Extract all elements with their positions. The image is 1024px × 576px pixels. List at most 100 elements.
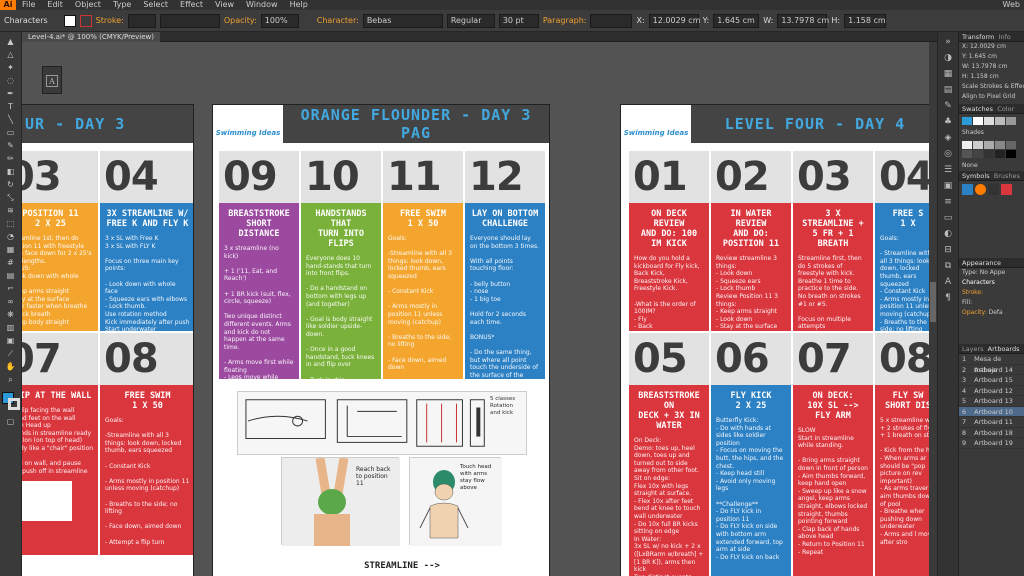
layers-icon[interactable]: ☰ bbox=[941, 164, 955, 176]
opacity-field[interactable]: 100% bbox=[260, 13, 299, 28]
artboard-title[interactable]: UR - DAY 3 bbox=[22, 115, 193, 133]
swatch[interactable] bbox=[984, 117, 994, 125]
activity-card[interactable]: 12 LAY ON BOTTOM CHALLENGE Everyone shoul… bbox=[465, 151, 545, 379]
menu-object[interactable]: Object bbox=[69, 0, 107, 10]
workspace-switcher[interactable]: Web bbox=[1003, 0, 1020, 9]
opacity-label[interactable]: Opacity: bbox=[224, 16, 257, 25]
symbol-sprayer-icon[interactable]: ❋ bbox=[3, 309, 19, 321]
menu-view[interactable]: View bbox=[209, 0, 240, 10]
swatches-panel-header[interactable]: Swatches Color bbox=[959, 104, 1024, 114]
eraser-icon[interactable]: ◧ bbox=[3, 166, 19, 178]
symbol-thumb[interactable] bbox=[988, 184, 999, 195]
transform-y[interactable]: Y: 1.645 cm bbox=[959, 52, 1024, 62]
stroke-label[interactable]: Stroke: bbox=[96, 16, 124, 25]
paragraph-label[interactable]: Paragraph: bbox=[543, 16, 587, 25]
artboards-list[interactable]: 1 Mesa de trabajo 2 Artboard 14 3 Artboard … bbox=[959, 354, 1024, 449]
activity-card[interactable]: 04 FREE S 1 X Goals: - Streamline with al… bbox=[875, 151, 937, 331]
transform-y-value[interactable]: 1.645 cm bbox=[969, 53, 997, 60]
color-tab[interactable]: Color bbox=[997, 105, 1014, 113]
w-field[interactable]: 13.7978 cm bbox=[777, 13, 829, 28]
shades-grid[interactable] bbox=[959, 138, 1024, 161]
direct-selection-icon[interactable]: △ bbox=[3, 49, 19, 61]
activity-card[interactable]: 08 FLY SW SHORT DIS 5 x streamline w/ + 2… bbox=[875, 333, 937, 576]
activity-card[interactable]: 06 FLY KICK 2 X 25 Butterfly Kick: - Do w… bbox=[711, 333, 791, 576]
rectangle-tool-icon[interactable]: ▭ bbox=[3, 127, 19, 139]
artboard-tool-icon[interactable]: ▣ bbox=[3, 335, 19, 347]
appearance-title[interactable]: Characters bbox=[959, 278, 1024, 288]
paragraph-icon[interactable]: ¶ bbox=[941, 292, 955, 304]
transform-w-value[interactable]: 13.7978 cm bbox=[972, 63, 1008, 70]
swatch[interactable] bbox=[962, 150, 972, 158]
symbol-thumb[interactable] bbox=[975, 184, 986, 195]
artboard-row[interactable]: 3 Artboard 15 bbox=[959, 375, 1024, 386]
swatch[interactable] bbox=[973, 150, 983, 158]
artboard-row[interactable]: 4 Artboard 12 bbox=[959, 386, 1024, 396]
character-label[interactable]: Character: bbox=[317, 16, 359, 25]
font-family-field[interactable]: Bebas bbox=[362, 13, 443, 28]
menu-help[interactable]: Help bbox=[284, 0, 314, 10]
gradient-panel-icon[interactable]: ▭ bbox=[941, 212, 955, 224]
activity-card[interactable]: 07 FLIP AT THE WALL 5 x flip facing the w… bbox=[22, 333, 98, 555]
stroke-color-box[interactable] bbox=[7, 398, 20, 410]
info-tab[interactable]: Info bbox=[998, 33, 1010, 41]
stroke-panel-icon[interactable]: ≡ bbox=[941, 196, 955, 208]
magic-wand-icon[interactable]: ✦ bbox=[3, 62, 19, 74]
shape-builder-icon[interactable]: ◔ bbox=[3, 231, 19, 243]
swatch[interactable] bbox=[1006, 141, 1016, 149]
artboard-name[interactable]: Artboard 10 bbox=[974, 407, 1013, 417]
swatch[interactable] bbox=[973, 117, 983, 125]
graphic-styles-icon[interactable]: ◈ bbox=[941, 132, 955, 144]
transform-tab[interactable]: Transform bbox=[962, 33, 994, 41]
artboard-name[interactable]: Artboard 18 bbox=[974, 428, 1013, 438]
artboard-row[interactable]: 7 Artboard 11 bbox=[959, 417, 1024, 428]
font-style-field[interactable]: Regular bbox=[446, 13, 495, 28]
paintbrush-icon[interactable]: ✎ bbox=[3, 140, 19, 152]
transform-w[interactable]: W: 13.7978 cm bbox=[959, 62, 1024, 72]
brushes-tab[interactable]: Brushes bbox=[994, 172, 1020, 180]
menu-file[interactable]: File bbox=[16, 0, 41, 10]
artboard-row[interactable]: 9 Artboard 19 bbox=[959, 438, 1024, 449]
symbol-thumb[interactable] bbox=[962, 184, 973, 195]
artboard-center[interactable]: Swimming Ideas ORANGE FLOUNDER - DAY 3 P… bbox=[212, 104, 550, 576]
align-pixel-checkbox[interactable]: Align to Pixel Grid bbox=[959, 92, 1024, 102]
transform-x[interactable]: X: 12.0029 cm bbox=[959, 42, 1024, 52]
pen-tool-icon[interactable]: ✒ bbox=[3, 88, 19, 100]
appearance-opacity[interactable]: Opacity: Defa bbox=[959, 308, 1024, 318]
activity-card[interactable]: 04 3X STREAMLINE W/ FREE K AND FLY K 3 x … bbox=[100, 151, 193, 331]
y-field[interactable]: 1.645 cm bbox=[713, 13, 760, 28]
fill-stroke-widget[interactable] bbox=[1, 392, 20, 410]
streamline-text[interactable]: STREAMLINE --> bbox=[232, 561, 572, 571]
rotate-icon[interactable]: ↻ bbox=[3, 179, 19, 191]
align-icon[interactable]: ⊟ bbox=[941, 244, 955, 256]
pathfinder-icon[interactable]: ⧉ bbox=[941, 260, 955, 272]
character-panel-icon[interactable]: A bbox=[46, 75, 58, 87]
artboard-name[interactable]: Artboard 13 bbox=[974, 396, 1013, 406]
swatch[interactable] bbox=[984, 150, 994, 158]
perspective-grid-icon[interactable]: ▦ bbox=[3, 244, 19, 256]
symbol-list[interactable] bbox=[959, 181, 1024, 198]
character-icon[interactable]: A bbox=[941, 276, 955, 288]
menu-select[interactable]: Select bbox=[137, 0, 174, 10]
opacity-label[interactable]: Opacity: bbox=[962, 309, 987, 316]
color-guide-icon[interactable]: ▦ bbox=[941, 68, 955, 80]
swatches-icon[interactable]: ▤ bbox=[941, 84, 955, 96]
activity-card[interactable]: 11 FREE SWIM 1 X 50 Goals: -Streamline wi… bbox=[383, 151, 463, 379]
screen-mode-icon[interactable]: ▢ bbox=[3, 416, 19, 428]
slice-icon[interactable]: ⟋ bbox=[3, 348, 19, 360]
activity-card[interactable]: 03 3 X STREAMLINE + 5 FR + 1 BREATH Strea… bbox=[793, 151, 873, 331]
stroke-profile[interactable] bbox=[159, 13, 220, 28]
column-graph-icon[interactable]: ▥ bbox=[3, 322, 19, 334]
x-field[interactable]: 12.0029 cm bbox=[648, 13, 701, 28]
swatches-tab[interactable]: Swatches bbox=[962, 105, 993, 113]
symbol-thumb[interactable] bbox=[1001, 184, 1012, 195]
swatch[interactable] bbox=[995, 150, 1005, 158]
transform-h[interactable]: H: 1.158 cm bbox=[959, 72, 1024, 82]
menu-effect[interactable]: Effect bbox=[174, 0, 209, 10]
activity-card[interactable]: 08 FREE SWIM 1 X 50 Goals: -Streamline wi… bbox=[100, 333, 193, 555]
activity-card[interactable]: 02 IN WATER REVIEW AND DO: POSITION 11 Re… bbox=[711, 151, 791, 331]
swatch-grid[interactable] bbox=[959, 114, 1024, 128]
artboard-title[interactable]: ORANGE FLOUNDER - DAY 3 PAG bbox=[283, 106, 549, 142]
artboard-name[interactable]: Artboard 14 bbox=[974, 365, 1013, 375]
zoom-tool-icon[interactable]: ⌕ bbox=[3, 374, 19, 386]
lasso-icon[interactable]: ◌ bbox=[3, 75, 19, 87]
